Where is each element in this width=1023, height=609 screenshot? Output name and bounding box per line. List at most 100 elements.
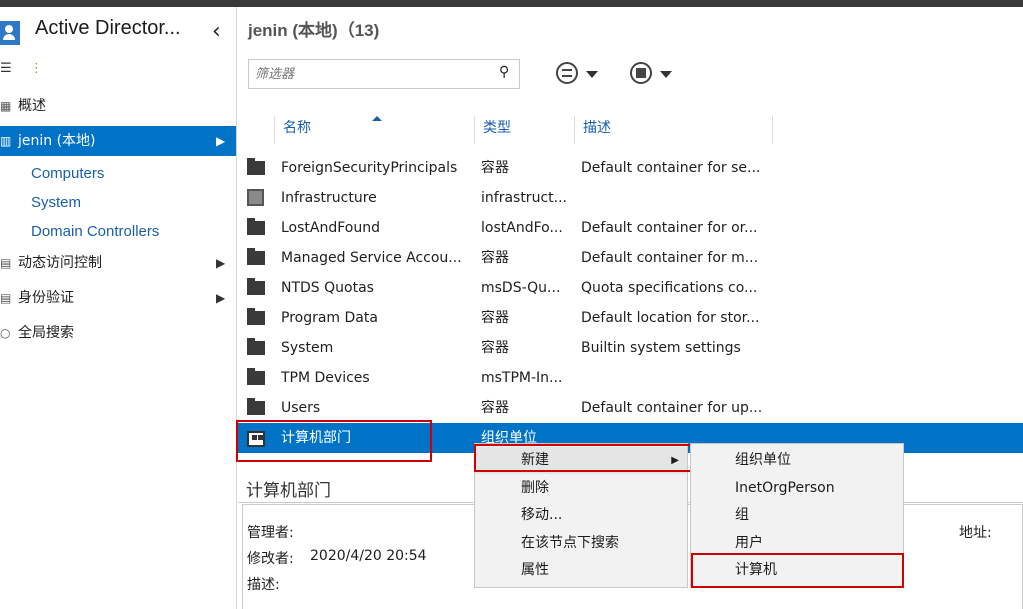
menu-item-delete[interactable]: 删除 xyxy=(475,475,687,502)
save-icon xyxy=(630,62,652,84)
view-toggle-group: ☰ ⋮ xyxy=(0,61,60,81)
row-name: LostAndFound xyxy=(281,220,380,236)
expand-arrow-icon[interactable]: ▶ xyxy=(216,283,225,313)
row-type: infrastruct... xyxy=(481,190,567,206)
row-name: Program Data xyxy=(281,310,378,326)
modified-label: 修改者: xyxy=(247,551,294,567)
search-icon[interactable]: ⚲ xyxy=(499,64,509,80)
window-top-bar xyxy=(0,0,1023,7)
row-type: 容器 xyxy=(481,340,509,356)
highlight-box-computer xyxy=(691,553,904,588)
auth-icon: ▤ xyxy=(0,291,12,305)
menu-item-search-label: 在该节点下搜索 xyxy=(521,535,619,551)
row-desc: Builtin system settings xyxy=(581,340,741,356)
list-options-icon xyxy=(556,62,578,84)
nav-sub-system[interactable]: System xyxy=(31,194,81,211)
menu-item-properties[interactable]: 属性 xyxy=(475,557,687,584)
nav-dynamic-access[interactable]: ▤ 动态访问控制 ▶ xyxy=(0,248,236,278)
page-title: jenin (本地)（13) xyxy=(248,21,380,40)
row-name: Users xyxy=(281,400,321,416)
column-desc-header[interactable]: 描述 xyxy=(574,116,773,144)
modified-value: 2020/4/20 20:54 xyxy=(310,548,427,564)
table-row[interactable]: Users 容器 Default container for up... xyxy=(238,393,1023,423)
nav-sub-computers[interactable]: Computers xyxy=(31,165,104,182)
nav-domain-label: jenin (本地) xyxy=(18,133,96,149)
row-type: 容器 xyxy=(481,160,509,176)
search-icon: ○ xyxy=(0,326,11,340)
manager-label: 管理者: xyxy=(247,525,294,541)
row-desc: Default container for se... xyxy=(581,160,761,176)
table-row[interactable]: ForeignSecurityPrincipals 容器 Default con… xyxy=(238,153,1023,183)
collapse-pane-icon[interactable]: ‹ xyxy=(212,19,221,44)
menu-item-move-label: 移动... xyxy=(521,507,563,523)
filter-box: ⚲ xyxy=(248,59,520,89)
description-label: 描述: xyxy=(247,577,280,593)
active-directory-icon xyxy=(0,21,20,45)
column-type-label: 类型 xyxy=(483,120,511,136)
row-desc: Default container for m... xyxy=(581,250,759,266)
list-view-icon[interactable]: ☰ xyxy=(0,61,16,77)
submenu-item-inetorgperson[interactable]: InetOrgPerson xyxy=(691,475,903,502)
row-name: ForeignSecurityPrincipals xyxy=(281,160,458,176)
view-options-button[interactable] xyxy=(556,62,606,86)
row-desc: Default location for stor... xyxy=(581,310,760,326)
nav-global-search[interactable]: ○ 全局搜索 xyxy=(0,318,236,348)
submenu-item-user-label: 用户 xyxy=(735,535,763,551)
folder-icon xyxy=(247,158,265,175)
expand-arrow-icon[interactable]: ▶ xyxy=(216,126,225,156)
menu-item-move[interactable]: 移动... xyxy=(475,502,687,529)
detail-title: 计算机部门 xyxy=(246,481,331,500)
nav-domain[interactable]: ▥ jenin (本地) ▶ xyxy=(0,126,236,156)
column-name-header[interactable]: 名称 xyxy=(274,116,474,144)
app-title: Active Director... xyxy=(35,17,181,39)
table-row[interactable]: Infrastructure infrastruct... xyxy=(238,183,1023,213)
table-row[interactable]: LostAndFound lostAndFo... Default contai… xyxy=(238,213,1023,243)
overview-icon: ▦ xyxy=(0,99,12,113)
column-desc-label: 描述 xyxy=(583,120,611,136)
nav-auth-label: 身份验证 xyxy=(18,290,74,306)
row-type: lostAndFo... xyxy=(481,220,563,236)
tree-view-icon[interactable]: ⋮ xyxy=(30,61,46,77)
chevron-down-icon xyxy=(660,71,672,78)
filter-input[interactable] xyxy=(255,64,495,84)
submenu-item-ou[interactable]: 组织单位 xyxy=(691,447,903,474)
highlight-box-new xyxy=(474,444,693,472)
nav-overview[interactable]: ▦ 概述 xyxy=(0,91,236,121)
table-row[interactable]: NTDS Quotas msDS-Qu... Quota specificati… xyxy=(238,273,1023,303)
row-desc: Quota specifications co... xyxy=(581,280,758,296)
nav-dynamic-access-label: 动态访问控制 xyxy=(18,255,102,271)
row-name: NTDS Quotas xyxy=(281,280,374,296)
row-name: TPM Devices xyxy=(281,370,370,386)
folder-icon xyxy=(247,278,265,295)
table-header: 名称 类型 描述 xyxy=(274,116,773,144)
column-name-label: 名称 xyxy=(283,120,311,136)
row-desc: Default container for or... xyxy=(581,220,758,236)
submenu-item-group-label: 组 xyxy=(735,507,749,523)
row-type: 容器 xyxy=(481,310,509,326)
column-type-header[interactable]: 类型 xyxy=(474,116,574,144)
table-row[interactable]: System 容器 Builtin system settings xyxy=(238,333,1023,363)
row-desc: Default container for up... xyxy=(581,400,763,416)
menu-item-search-under-node[interactable]: 在该节点下搜索 xyxy=(475,530,687,557)
table-row[interactable]: Program Data 容器 Default location for sto… xyxy=(238,303,1023,333)
row-name: Infrastructure xyxy=(281,190,377,206)
row-type: msTPM-In... xyxy=(481,370,563,386)
folder-icon xyxy=(247,248,265,265)
submenu-item-group[interactable]: 组 xyxy=(691,502,903,529)
nav-sub-domain-controllers[interactable]: Domain Controllers xyxy=(31,223,159,240)
folder-icon xyxy=(247,218,265,235)
address-label: 地址: xyxy=(959,525,992,541)
row-type: 容器 xyxy=(481,250,509,266)
dynamic-access-icon: ▤ xyxy=(0,256,12,270)
table-row[interactable]: TPM Devices msTPM-In... xyxy=(238,363,1023,393)
nav-overview-label: 概述 xyxy=(18,98,46,114)
submenu-item-inetorgperson-label: InetOrgPerson xyxy=(735,480,835,496)
expand-arrow-icon[interactable]: ▶ xyxy=(216,248,225,278)
submenu-item-ou-label: 组织单位 xyxy=(735,452,791,468)
nav-auth[interactable]: ▤ 身份验证 ▶ xyxy=(0,283,236,313)
save-query-button[interactable] xyxy=(630,62,680,86)
app-window: Active Director... ‹ ☰ ⋮ ▦ 概述 ▥ jenin (本… xyxy=(0,0,1023,609)
folder-icon xyxy=(247,338,265,355)
infrastructure-icon xyxy=(247,189,264,206)
table-row[interactable]: Managed Service Accou... 容器 Default cont… xyxy=(238,243,1023,273)
